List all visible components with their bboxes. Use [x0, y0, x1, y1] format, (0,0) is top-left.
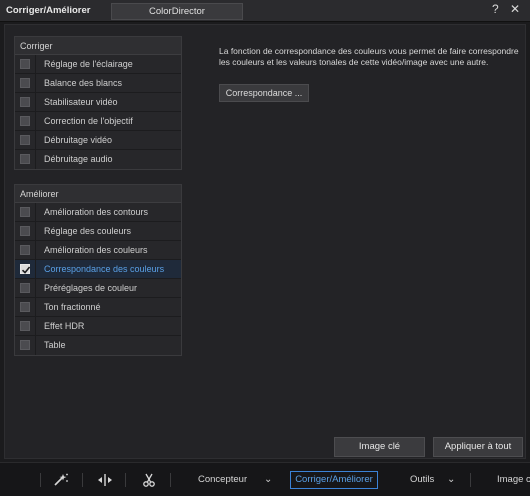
list-item-label: Correspondance des couleurs	[44, 264, 165, 274]
magic-wand-icon[interactable]	[53, 473, 69, 487]
list-item-label: Stabilisateur vidéo	[44, 97, 118, 107]
checkbox[interactable]	[20, 154, 30, 164]
bottom-toolbar: Concepteur ⌄ Corriger/Améliorer Outils ⌄…	[0, 462, 530, 496]
list-item-debruitage-video[interactable]: Débruitage vidéo	[15, 131, 181, 150]
checkbox-cell	[15, 93, 36, 112]
toolbar-divider	[82, 473, 83, 487]
toolbar-divider	[125, 473, 126, 487]
checkbox[interactable]	[20, 321, 30, 331]
list-item-label: Préréglages de couleur	[44, 283, 138, 293]
list-item-label: Balance des blancs	[44, 78, 123, 88]
checkbox-cell	[15, 336, 36, 355]
list-item-amelioration-des-couleurs[interactable]: Amélioration des couleurs	[15, 241, 181, 260]
correct-group: Corriger Réglage de l'éclairage Balance d…	[14, 36, 182, 170]
checkbox[interactable]	[20, 59, 30, 69]
list-item-label: Réglage des couleurs	[44, 226, 132, 236]
check-icon	[21, 266, 31, 274]
list-item-correction-de-l-objectif[interactable]: Correction de l'objectif	[15, 112, 181, 131]
toolbar-divider	[470, 473, 471, 487]
checkbox[interactable]	[20, 264, 31, 274]
list-item-label: Ton fractionné	[44, 302, 101, 312]
list-item-amelioration-des-contours[interactable]: Amélioration des contours	[15, 203, 181, 222]
list-item-label: Débruitage vidéo	[44, 135, 113, 145]
list-item-ton-fractionne[interactable]: Ton fractionné	[15, 298, 181, 317]
checkbox-cell	[15, 241, 36, 260]
correct-group-header: Corriger	[15, 37, 181, 55]
checkbox-cell	[15, 150, 36, 169]
checkbox[interactable]	[20, 207, 30, 217]
checkbox-cell	[15, 74, 36, 93]
correspondence-button[interactable]: Correspondance ...	[219, 84, 309, 102]
image-cut-button[interactable]: Image c	[497, 474, 530, 485]
checkbox-cell	[15, 317, 36, 336]
checkbox[interactable]	[20, 283, 30, 293]
checkbox-cell	[15, 260, 36, 279]
list-item-stabilisateur-video[interactable]: Stabilisateur vidéo	[15, 93, 181, 112]
checkbox[interactable]	[20, 97, 30, 107]
enhance-group-header: Améliorer	[15, 185, 181, 203]
checkbox[interactable]	[20, 135, 30, 145]
window-title: Corriger/Améliorer	[6, 5, 91, 16]
tab-colordirector[interactable]: ColorDirector	[111, 3, 243, 20]
designer-menu[interactable]: Concepteur	[198, 474, 247, 485]
feature-description: La fonction de correspondance des couleu…	[219, 46, 519, 68]
apply-all-button[interactable]: Appliquer à tout	[433, 437, 523, 457]
toolbar-divider	[40, 473, 41, 487]
checkbox-cell	[15, 203, 36, 222]
close-icon[interactable]: ✕	[510, 2, 520, 16]
list-item-label: Amélioration des couleurs	[44, 245, 148, 255]
list-item-label: Correction de l'objectif	[44, 116, 133, 126]
fix-enhance-button[interactable]: Corriger/Améliorer	[290, 471, 378, 489]
list-item-table[interactable]: Table	[15, 336, 181, 355]
checkbox-cell	[15, 55, 36, 74]
checkbox[interactable]	[20, 116, 30, 126]
toolbar-divider	[170, 473, 171, 487]
enhance-group: Améliorer Amélioration des contours Régla…	[14, 184, 182, 356]
list-item-correspondance-des-couleurs[interactable]: Correspondance des couleurs	[15, 260, 181, 279]
list-item-balance-des-blancs[interactable]: Balance des blancs	[15, 74, 181, 93]
checkbox-cell	[15, 131, 36, 150]
split-icon[interactable]	[97, 473, 113, 487]
list-item-label: Amélioration des contours	[44, 207, 149, 217]
list-item-reglage-des-couleurs[interactable]: Réglage des couleurs	[15, 222, 181, 241]
list-item-prereglages-de-couleur[interactable]: Préréglages de couleur	[15, 279, 181, 298]
checkbox-cell	[15, 279, 36, 298]
list-item-debruitage-audio[interactable]: Débruitage audio	[15, 150, 181, 169]
checkbox[interactable]	[20, 340, 30, 350]
checkbox[interactable]	[20, 226, 30, 236]
list-item-label: Débruitage audio	[44, 154, 113, 164]
checkbox-cell	[15, 112, 36, 131]
list-item-reglage-de-l-eclairage[interactable]: Réglage de l'éclairage	[15, 55, 181, 74]
list-item-label: Réglage de l'éclairage	[44, 59, 133, 69]
checkbox-cell	[15, 298, 36, 317]
list-item-effet-hdr[interactable]: Effet HDR	[15, 317, 181, 336]
chevron-down-icon[interactable]: ⌄	[447, 474, 455, 485]
chevron-down-icon[interactable]: ⌄	[264, 474, 272, 485]
checkbox[interactable]	[20, 302, 30, 312]
title-bar: Corriger/Améliorer ColorDirector ? ✕	[0, 0, 530, 22]
list-item-label: Table	[44, 340, 66, 350]
tools-menu[interactable]: Outils	[410, 474, 434, 485]
checkbox[interactable]	[20, 78, 30, 88]
checkbox[interactable]	[20, 245, 30, 255]
checkbox-cell	[15, 222, 36, 241]
question-icon[interactable]: ?	[492, 2, 499, 16]
scissors-icon[interactable]	[141, 473, 157, 487]
keyframe-button[interactable]: Image clé	[334, 437, 425, 457]
list-item-label: Effet HDR	[44, 321, 85, 331]
